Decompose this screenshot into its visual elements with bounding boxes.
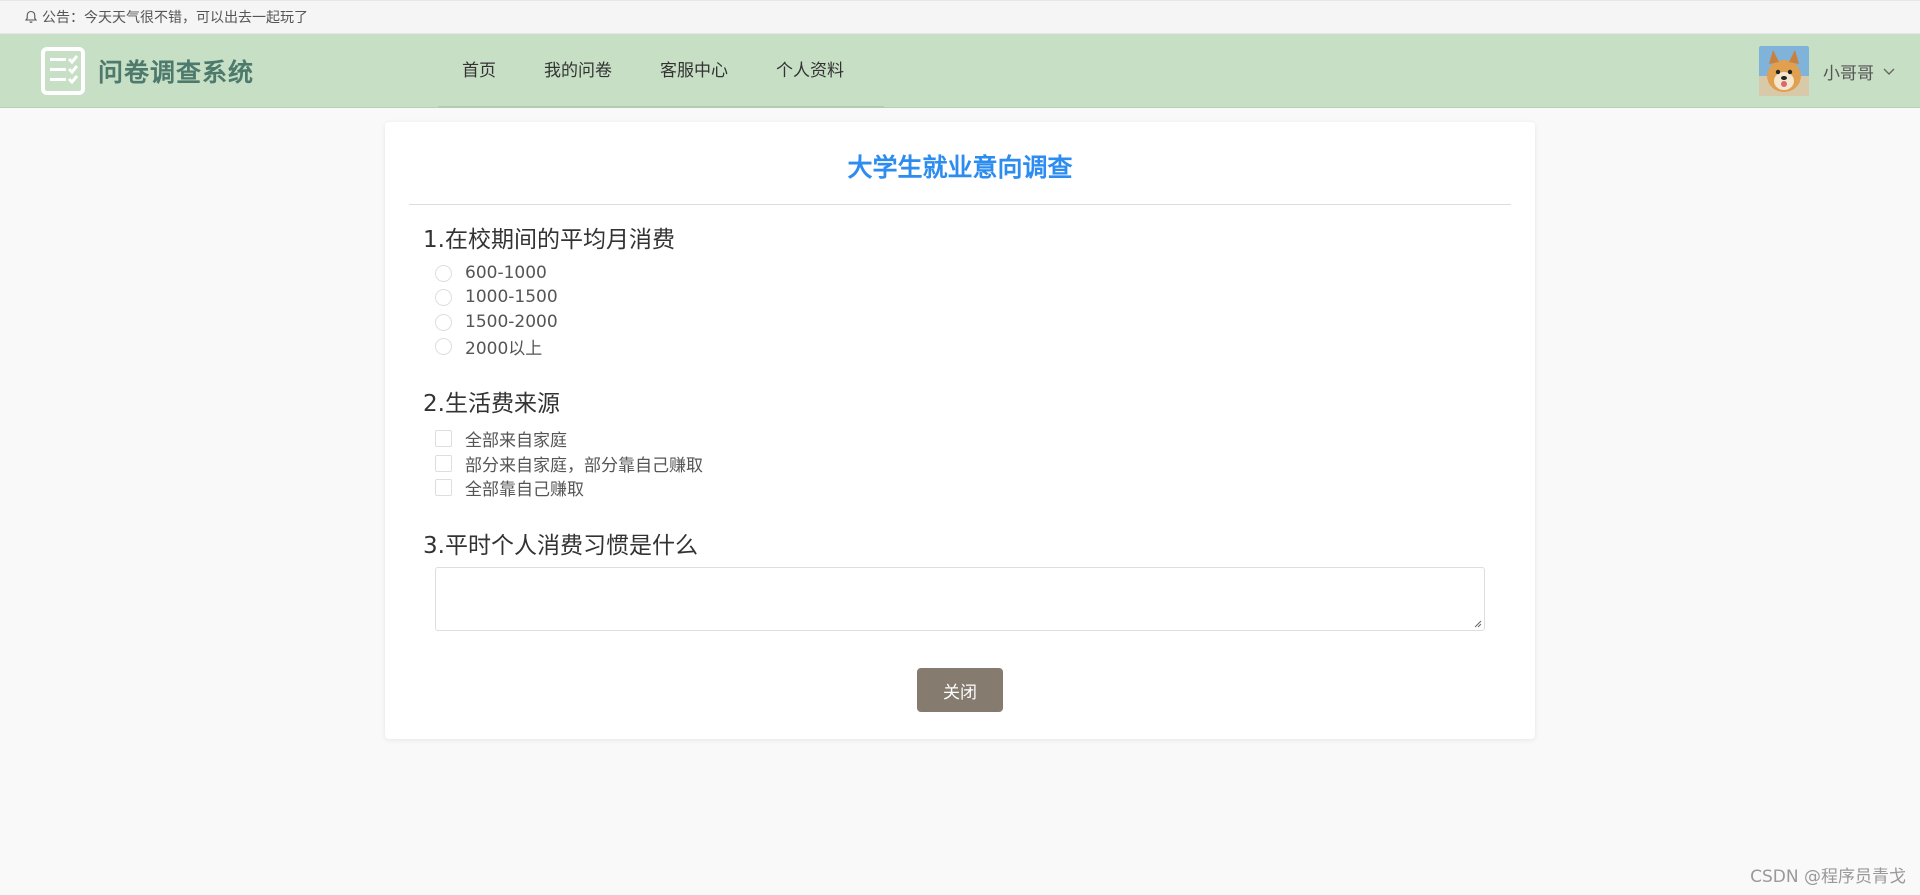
app-title: 问卷调查系统 <box>98 58 255 87</box>
user-menu[interactable]: 小哥哥 <box>1759 46 1896 96</box>
radio-button[interactable] <box>435 264 452 282</box>
dog-avatar-image <box>1759 46 1809 96</box>
chevron-down-icon[interactable] <box>1882 64 1896 78</box>
radio-button[interactable] <box>435 337 452 355</box>
question-2-title: 2.生活费来源 <box>423 391 560 417</box>
option-label: 部分来自家庭，部分靠自己赚取 <box>465 455 703 476</box>
notice-bar: 公告：今天天气很不错，可以出去一起玩了 <box>0 0 1920 34</box>
q1-option-2[interactable]: 1000-1500 <box>435 286 558 308</box>
q2-option-1[interactable]: 全部来自家庭 <box>435 427 567 451</box>
logo[interactable]: 问卷调查系统 <box>40 45 254 97</box>
q1-option-4[interactable]: 2000以上 <box>435 335 543 359</box>
q2-option-2[interactable]: 部分来自家庭，部分靠自己赚取 <box>435 452 703 476</box>
option-label: 1000-1500 <box>465 287 558 307</box>
top-header: 问卷调查系统 首页 我的问卷 客服中心 个人资料 小哥哥 <box>0 34 1920 108</box>
checkbox[interactable] <box>435 454 452 472</box>
question-1-title: 1.在校期间的平均月消费 <box>423 227 675 253</box>
notice-text: 公告：今天天气很不错，可以出去一起玩了 <box>42 10 308 26</box>
close-button[interactable]: 关闭 <box>917 668 1003 712</box>
radio-button[interactable] <box>435 288 452 306</box>
radio-button[interactable] <box>435 313 452 331</box>
watermark: CSDN @程序员青戈 <box>1750 867 1906 887</box>
nav-underline <box>438 106 884 108</box>
nav-item-service-center[interactable]: 客服中心 <box>636 34 752 108</box>
q1-option-1[interactable]: 600-1000 <box>435 262 547 284</box>
answer-textarea[interactable] <box>435 567 1485 631</box>
option-label: 600-1000 <box>465 263 547 283</box>
option-label: 2000以上 <box>465 338 543 359</box>
option-label: 1500-2000 <box>465 312 558 332</box>
checkbox[interactable] <box>435 478 452 496</box>
option-label: 全部靠自己赚取 <box>465 479 584 500</box>
main-nav: 首页 我的问卷 客服中心 个人资料 <box>438 34 868 108</box>
clipboard-checklist-icon <box>41 47 85 95</box>
option-label: 全部来自家庭 <box>465 430 567 451</box>
avatar[interactable] <box>1759 46 1809 96</box>
question-3-title: 3.平时个人消费习惯是什么 <box>423 533 698 559</box>
nav-item-profile[interactable]: 个人资料 <box>752 34 868 108</box>
checkbox[interactable] <box>435 429 452 447</box>
q2-option-3[interactable]: 全部靠自己赚取 <box>435 476 584 500</box>
nav-item-home[interactable]: 首页 <box>438 34 520 108</box>
q1-option-3[interactable]: 1500-2000 <box>435 311 558 333</box>
user-name[interactable]: 小哥哥 <box>1823 59 1874 84</box>
survey-title: 大学生就业意向调查 <box>847 153 1073 182</box>
resize-grip-icon[interactable] <box>1472 618 1482 628</box>
title-divider <box>409 204 1511 205</box>
survey-card: 大学生就业意向调查 1.在校期间的平均月消费 600-1000 1000-150… <box>385 122 1535 739</box>
bell-icon <box>24 10 38 23</box>
nav-item-my-surveys[interactable]: 我的问卷 <box>520 34 636 108</box>
